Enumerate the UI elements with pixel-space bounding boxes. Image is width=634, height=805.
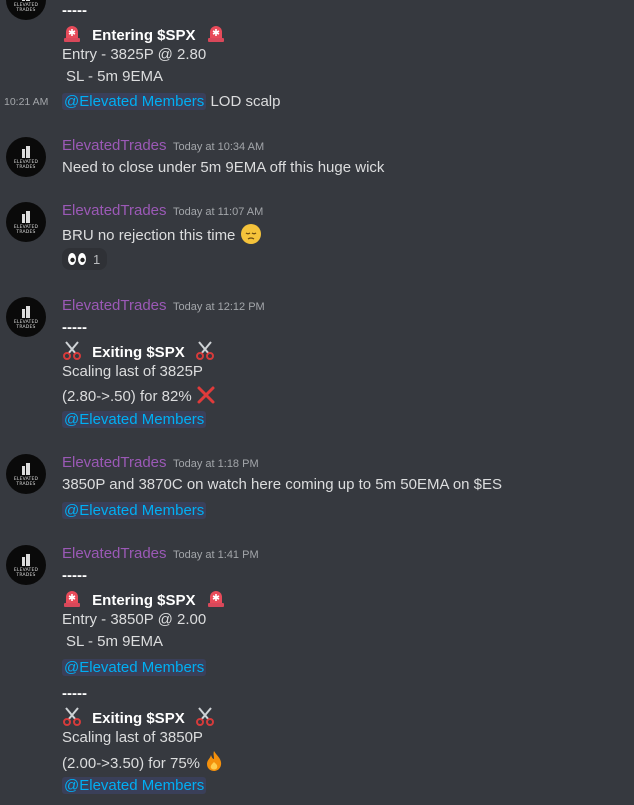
- mention[interactable]: @Elevated Members: [62, 502, 207, 519]
- exiting-title: Exiting $SPX: [62, 706, 215, 729]
- hover-timestamp: 10:21 AM: [4, 96, 49, 108]
- avatar-label: ELEVATED TRADES: [13, 160, 39, 170]
- message-text: Need to close under 5m 9EMA off this hug…: [62, 159, 385, 176]
- author-name[interactable]: ElevatedTrades: [62, 201, 167, 221]
- message-text: Scaling last of 3850P: [62, 729, 203, 746]
- scissors-icon: [195, 341, 214, 360]
- author-name[interactable]: ElevatedTrades: [62, 544, 167, 564]
- entry-text: Entry - 3850P @ 2.00: [62, 611, 207, 628]
- avatar[interactable]: ELEVATED TRADES: [6, 137, 46, 177]
- mention-line: @Elevated Members: [62, 658, 207, 678]
- timestamp: Today at 12:12 PM: [173, 301, 265, 313]
- scissors-icon: [63, 707, 81, 726]
- author-name[interactable]: ElevatedTrades: [62, 136, 167, 156]
- entry-text: Entry - 3825P @ 2.80: [62, 46, 207, 63]
- author-name[interactable]: ElevatedTrades: [62, 296, 167, 316]
- fire-icon: [207, 751, 222, 771]
- entering-title: Entering $SPX: [62, 23, 226, 46]
- message-text: (2.00->3.50) for 75%: [62, 755, 200, 772]
- dashes: -----: [62, 567, 87, 584]
- dashes: -----: [62, 685, 87, 702]
- avatar[interactable]: ELEVATED TRADES: [6, 0, 46, 20]
- avatar-label: ELEVATED TRADES: [13, 568, 39, 578]
- scissors-icon: [195, 707, 214, 726]
- avatar[interactable]: ELEVATED TRADES: [6, 454, 46, 494]
- entering-title: Entering $SPX: [62, 588, 226, 611]
- title-text: Exiting $SPX: [92, 344, 185, 361]
- title-text: Entering $SPX: [92, 27, 196, 44]
- sl-text: SL - 5m 9EMA: [66, 633, 163, 650]
- avatar-label: ELEVATED TRADES: [13, 225, 39, 235]
- mention-line: @Elevated Members: [62, 410, 207, 430]
- message-text: LOD scalp: [210, 93, 281, 110]
- pensive-face-icon: [240, 224, 261, 244]
- message-line: (2.00->3.50) for 75%: [62, 750, 224, 774]
- message-line: BRU no rejection this time: [62, 223, 262, 246]
- siren-icon: [207, 26, 224, 42]
- avatar[interactable]: ELEVATED TRADES: [6, 202, 46, 242]
- avatar-label: ELEVATED TRADES: [13, 3, 39, 13]
- mention[interactable]: @Elevated Members: [62, 659, 207, 676]
- timestamp: Today at 10:34 AM: [173, 141, 265, 153]
- message-text: Scaling last of 3825P: [62, 363, 203, 380]
- timestamp: Today at 11:07 AM: [173, 206, 264, 218]
- eyes-icon: [68, 253, 86, 265]
- mention-line: @Elevated Members: [62, 776, 207, 796]
- siren-icon: [64, 591, 80, 607]
- avatar-label: ELEVATED TRADES: [13, 320, 39, 330]
- scissors-icon: [63, 341, 81, 360]
- avatar[interactable]: ELEVATED TRADES: [6, 545, 46, 585]
- message-line: (2.80->.50) for 82%: [62, 385, 216, 407]
- author-name[interactable]: ElevatedTrades: [62, 453, 167, 473]
- timestamp: Today at 1:18 PM: [173, 458, 259, 470]
- cross-mark-icon: [197, 386, 215, 404]
- title-text: Entering $SPX: [92, 592, 196, 609]
- mention[interactable]: @Elevated Members: [62, 411, 207, 428]
- mention-line: @Elevated Members: [62, 501, 207, 521]
- siren-icon: [64, 26, 80, 42]
- dashes: -----: [62, 319, 87, 336]
- sl-text: SL - 5m 9EMA: [66, 68, 163, 85]
- message-line: @Elevated Members LOD scalp: [62, 92, 280, 112]
- message-text: BRU no rejection this time: [62, 227, 236, 244]
- message-text: (2.80->.50) for 82%: [62, 388, 192, 405]
- avatar[interactable]: ELEVATED TRADES: [6, 297, 46, 337]
- timestamp: Today at 1:41 PM: [173, 549, 259, 561]
- mention[interactable]: @Elevated Members: [62, 93, 207, 110]
- avatar-label: ELEVATED TRADES: [13, 477, 39, 487]
- message-text: 3850P and 3870C on watch here coming up …: [62, 476, 503, 493]
- reaction-count: 1: [93, 251, 101, 267]
- title-text: Exiting $SPX: [92, 710, 185, 727]
- exiting-title: Exiting $SPX: [62, 340, 215, 363]
- reaction-button[interactable]: 1: [62, 248, 108, 270]
- siren-icon: [207, 591, 224, 607]
- dashes: -----: [62, 2, 87, 19]
- mention[interactable]: @Elevated Members: [62, 777, 207, 794]
